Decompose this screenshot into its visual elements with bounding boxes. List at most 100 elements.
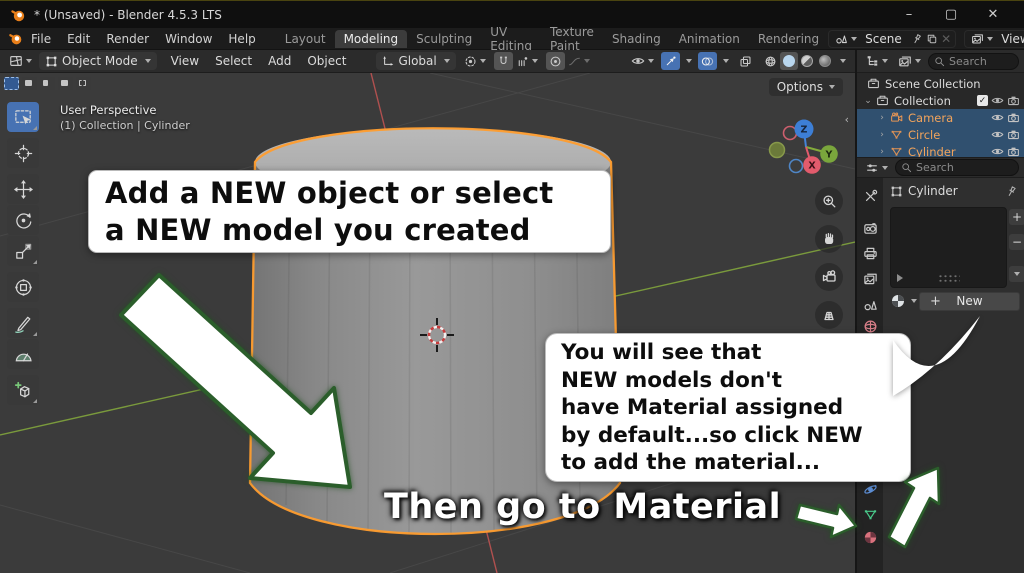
expand-icon[interactable]: › xyxy=(877,113,887,123)
viewlayer-selector[interactable]: ViewLayer ✕ xyxy=(964,29,1024,48)
material-slots-list[interactable] xyxy=(890,207,1007,288)
outliner-item-label[interactable]: Cylinder xyxy=(908,145,956,158)
shading-wireframe-button[interactable] xyxy=(761,52,780,70)
tool-transform[interactable] xyxy=(7,272,39,302)
unlink-scene-icon[interactable]: ✕ xyxy=(941,32,951,46)
menu-render[interactable]: Render xyxy=(98,31,157,47)
menu-edit[interactable]: Edit xyxy=(59,31,98,47)
shading-solid-button[interactable] xyxy=(780,52,798,70)
gizmos-dropdown[interactable] xyxy=(680,52,695,70)
tool-add-cube[interactable] xyxy=(7,375,39,405)
orientation-dropdown[interactable]: Global xyxy=(376,52,456,70)
options-dropdown[interactable]: Options xyxy=(768,78,843,96)
tab-view-layer[interactable] xyxy=(857,266,883,290)
remove-slot-button[interactable]: − xyxy=(1009,234,1024,250)
outliner-row-camera[interactable]: › Camera xyxy=(857,109,1024,126)
menu-view[interactable]: View xyxy=(163,54,207,68)
hide-render-icon[interactable] xyxy=(1007,111,1020,124)
outliner-row-collection[interactable]: ⌄ Collection ✓ xyxy=(857,92,1024,109)
tab-output[interactable] xyxy=(857,241,883,265)
pivot-dropdown[interactable] xyxy=(461,52,489,70)
close-button[interactable]: ✕ xyxy=(972,1,1014,29)
select-mode-intersect[interactable] xyxy=(76,77,91,90)
overlays-toggle[interactable] xyxy=(698,52,717,70)
slot-expand-icon[interactable] xyxy=(897,274,903,282)
scene-name[interactable]: Scene xyxy=(859,32,911,46)
tab-tool[interactable] xyxy=(857,184,883,208)
tool-cursor[interactable] xyxy=(7,138,39,168)
tool-move[interactable] xyxy=(7,174,39,204)
gizmos-toggle[interactable] xyxy=(661,52,680,70)
show-object-types-dropdown[interactable] xyxy=(628,52,657,70)
outliner-search-input[interactable] xyxy=(949,54,1013,68)
tool-scale[interactable] xyxy=(7,236,39,266)
pan-view-button[interactable] xyxy=(815,225,843,253)
scene-selector[interactable]: Scene ✕ xyxy=(828,29,957,48)
select-mode-extend[interactable] xyxy=(22,77,37,90)
select-mode-invert[interactable] xyxy=(58,77,73,90)
select-mode-new[interactable] xyxy=(4,77,19,90)
outliner-item-label[interactable]: Camera xyxy=(908,111,953,125)
tab-modeling[interactable]: Modeling xyxy=(334,29,408,48)
tab-scene[interactable] xyxy=(857,292,883,316)
expand-icon[interactable]: ⌄ xyxy=(863,96,873,106)
select-mode-subtract[interactable] xyxy=(40,77,55,90)
snap-settings-dropdown[interactable] xyxy=(513,52,541,70)
outliner-row-scene-collection[interactable]: Scene Collection xyxy=(857,75,1024,92)
menu-object[interactable]: Object xyxy=(299,54,354,68)
hide-render-icon[interactable] xyxy=(1007,94,1020,107)
add-slot-button[interactable]: + xyxy=(1009,209,1024,225)
hide-viewport-icon[interactable] xyxy=(991,145,1004,157)
maximize-button[interactable]: ▢ xyxy=(930,1,972,29)
hide-viewport-icon[interactable] xyxy=(991,128,1004,141)
properties-search[interactable] xyxy=(895,159,1019,176)
collection-checkbox[interactable]: ✓ xyxy=(977,95,988,106)
shading-rendered-button[interactable] xyxy=(816,52,834,70)
outliner-search[interactable] xyxy=(928,52,1019,70)
tool-rotate[interactable] xyxy=(7,205,39,235)
browse-material-chevron[interactable] xyxy=(911,299,917,303)
slot-specials-button[interactable] xyxy=(1009,266,1024,282)
shading-material-button[interactable] xyxy=(798,52,816,70)
blender-menu-icon[interactable] xyxy=(8,31,23,46)
tab-rendering[interactable]: Rendering xyxy=(749,30,828,48)
properties-filter-button[interactable] xyxy=(862,159,891,177)
tab-layout[interactable]: Layout xyxy=(276,30,335,48)
menu-select[interactable]: Select xyxy=(207,54,260,68)
tab-animation[interactable]: Animation xyxy=(670,30,749,48)
navigation-gizmo[interactable]: Z Y X xyxy=(768,113,846,185)
expand-icon[interactable]: › xyxy=(877,147,887,157)
tab-material[interactable] xyxy=(857,525,883,549)
menu-help[interactable]: Help xyxy=(220,31,263,47)
snap-toggle[interactable] xyxy=(493,52,513,70)
outliner-item-label[interactable]: Circle xyxy=(908,128,940,142)
outliner-display-mode-button[interactable] xyxy=(895,52,924,70)
pin-icon[interactable] xyxy=(1005,185,1018,198)
hide-viewport-icon[interactable] xyxy=(991,111,1004,124)
tab-object-data[interactable] xyxy=(857,502,883,526)
hide-render-icon[interactable] xyxy=(1007,128,1020,141)
outliner-item-label[interactable]: Collection xyxy=(894,94,951,108)
shading-dropdown[interactable] xyxy=(834,52,849,70)
resize-grip[interactable] xyxy=(937,274,960,282)
tab-shading[interactable]: Shading xyxy=(603,30,670,48)
tab-sculpting[interactable]: Sculpting xyxy=(407,30,481,48)
breadcrumb-object-name[interactable]: Cylinder xyxy=(908,184,958,198)
browse-material-icon[interactable] xyxy=(890,293,906,309)
copy-scene-icon[interactable] xyxy=(926,33,938,45)
falloff-dropdown[interactable] xyxy=(565,52,593,70)
tool-measure[interactable] xyxy=(7,339,39,369)
outliner-item-label[interactable]: Scene Collection xyxy=(885,77,981,91)
viewlayer-name[interactable]: ViewLayer xyxy=(995,32,1024,46)
outliner-row-cylinder[interactable]: › Cylinder xyxy=(857,143,1024,157)
menu-file[interactable]: File xyxy=(23,31,59,47)
xray-toggle[interactable] xyxy=(736,52,755,70)
tab-render[interactable] xyxy=(857,216,883,240)
zoom-view-button[interactable] xyxy=(815,187,843,215)
pin-icon[interactable] xyxy=(911,33,923,45)
properties-search-input[interactable] xyxy=(916,161,1013,174)
tool-select-box[interactable] xyxy=(7,102,39,132)
editor-type-button[interactable] xyxy=(6,52,35,70)
ortho-view-button[interactable] xyxy=(815,301,843,329)
outliner-editor-type-button[interactable] xyxy=(862,52,891,70)
